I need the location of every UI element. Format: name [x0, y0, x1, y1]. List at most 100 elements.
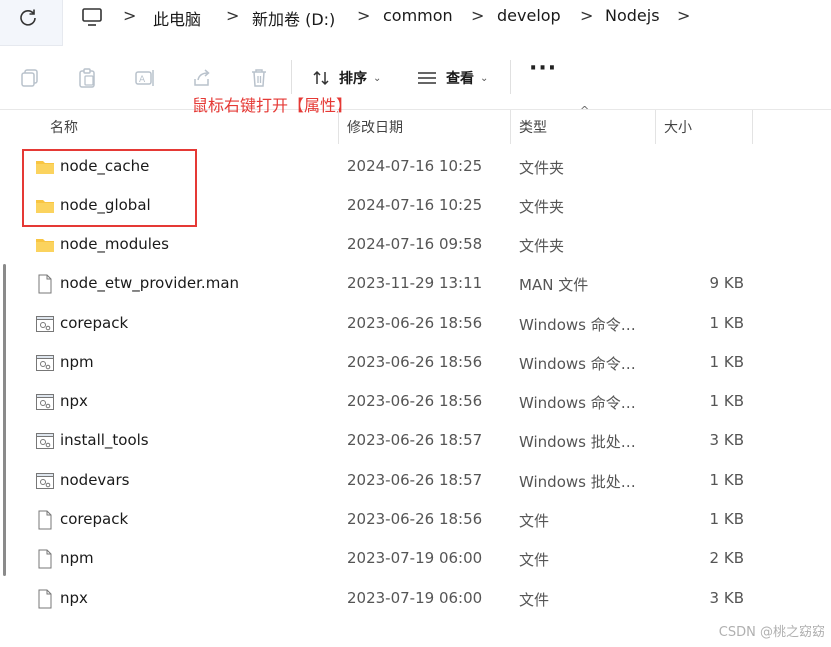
file-name: npx [60, 392, 88, 410]
file-modified: 2023-06-26 18:56 [347, 353, 483, 371]
file-size: 9 KB [709, 274, 744, 292]
sort-icon [313, 70, 329, 86]
file-row[interactable]: npm 2023-07-19 06:00 文件 2 KB [26, 540, 772, 579]
column-header-size[interactable]: 大小 [664, 110, 754, 144]
file-modified: 2024-07-16 10:25 [347, 157, 483, 175]
column-header-name[interactable]: 名称 [50, 110, 330, 144]
file-icon [38, 510, 52, 530]
column-header-size-label: 大小 [664, 120, 692, 136]
file-type: 文件夹 [519, 198, 565, 216]
breadcrumb-item-nodejs[interactable]: Nodejs [605, 6, 660, 25]
vertical-scrollbar[interactable] [3, 264, 6, 576]
annotation-highlight-box [22, 149, 197, 227]
file-icon [38, 549, 52, 569]
file-row[interactable]: node_etw_provider.man 2023-11-29 13:11 M… [26, 265, 772, 304]
column-header-modified[interactable]: 修改日期 [347, 110, 507, 144]
breadcrumb-separator: > [123, 6, 137, 25]
script-icon [36, 433, 54, 449]
breadcrumb-item-drive[interactable]: 新加卷 (D:) [252, 6, 335, 30]
file-name: nodevars [60, 471, 130, 489]
file-type: 文件夹 [519, 159, 565, 177]
toolbar-divider [510, 60, 511, 94]
file-name: install_tools [60, 431, 149, 449]
file-size: 1 KB [709, 471, 744, 489]
command-bar: A 排序 ⌄ 查看 ⌄ [0, 46, 831, 110]
column-divider[interactable] [338, 110, 339, 144]
file-size: 1 KB [709, 353, 744, 371]
file-type: Windows 命令脚本 [519, 394, 649, 412]
address-bar: > 此电脑 > 新加卷 (D:) > common > develop > No… [0, 0, 831, 46]
file-modified: 2023-07-19 06:00 [347, 589, 483, 607]
delete-icon[interactable] [248, 67, 270, 89]
file-name: npx [60, 589, 88, 607]
breadcrumb-separator: > [226, 6, 240, 25]
file-type: 文件 [519, 591, 550, 609]
file-modified: 2023-06-26 18:56 [347, 392, 483, 410]
file-size: 3 KB [709, 431, 744, 449]
paste-icon[interactable] [76, 67, 98, 89]
file-type: 文件 [519, 551, 550, 569]
breadcrumb[interactable]: > 此电脑 > 新加卷 (D:) > common > develop > No… [62, 0, 831, 46]
rename-icon[interactable]: A [134, 67, 156, 89]
file-type: 文件夹 [519, 237, 565, 255]
file-name: node_modules [60, 235, 169, 253]
file-row[interactable]: npx 2023-06-26 18:56 Windows 命令脚本 1 KB [26, 383, 772, 422]
view-label: 查看 [446, 71, 474, 87]
script-icon [36, 394, 54, 410]
breadcrumb-item-common[interactable]: common [383, 6, 453, 25]
more-options-icon[interactable]: ··· [529, 58, 557, 80]
file-type: MAN 文件 [519, 276, 589, 294]
file-modified: 2023-06-26 18:57 [347, 471, 483, 489]
column-divider[interactable] [655, 110, 656, 144]
sort-label: 排序 [339, 71, 367, 87]
file-modified: 2023-07-19 06:00 [347, 549, 483, 567]
file-row[interactable]: npx 2023-07-19 06:00 文件 3 KB [26, 580, 772, 619]
watermark: CSDN @桃之窈窈 [718, 625, 825, 640]
folder-icon [36, 239, 54, 252]
share-icon[interactable] [191, 67, 213, 89]
column-divider[interactable] [752, 110, 753, 144]
file-type: Windows 命令脚本 [519, 355, 649, 373]
chevron-down-icon: ⌄ [480, 72, 489, 84]
script-icon [36, 355, 54, 371]
file-row[interactable]: npm 2023-06-26 18:56 Windows 命令脚本 1 KB [26, 344, 772, 383]
refresh-icon[interactable] [17, 7, 39, 29]
file-name: npm [60, 353, 94, 371]
file-type: Windows 批处理... [519, 473, 649, 491]
file-name: npm [60, 549, 94, 567]
breadcrumb-item-develop[interactable]: develop [497, 6, 561, 25]
breadcrumb-item-this-pc[interactable]: 此电脑 [153, 6, 201, 30]
breadcrumb-separator: > [580, 6, 594, 25]
file-modified: 2023-06-26 18:56 [347, 510, 483, 528]
file-size: 1 KB [709, 510, 744, 528]
file-row[interactable]: node_modules 2024-07-16 09:58 文件夹 [26, 226, 772, 265]
breadcrumb-separator: > [677, 6, 691, 25]
sort-button[interactable]: 排序 ⌄ [311, 64, 381, 92]
script-icon [36, 316, 54, 332]
svg-text:A: A [139, 75, 146, 85]
file-type: Windows 命令脚本 [519, 316, 649, 334]
file-size: 1 KB [709, 314, 744, 332]
file-name: corepack [60, 510, 129, 528]
file-row[interactable]: corepack 2023-06-26 18:56 Windows 命令脚本 1… [26, 305, 772, 344]
column-divider[interactable] [510, 110, 511, 144]
view-button[interactable]: 查看 ⌄ [416, 64, 488, 92]
file-size: 2 KB [709, 549, 744, 567]
copy-icon[interactable] [19, 67, 41, 89]
file-row[interactable]: nodevars 2023-06-26 18:57 Windows 批处理...… [26, 462, 772, 501]
toolbar-divider [291, 60, 292, 94]
file-row[interactable]: corepack 2023-06-26 18:56 文件 1 KB [26, 501, 772, 540]
computer-icon [82, 8, 102, 26]
file-name: corepack [60, 314, 129, 332]
column-header-type-label: 类型 [519, 120, 547, 136]
sort-indicator-icon: ^ [580, 104, 590, 117]
file-row[interactable]: install_tools 2023-06-26 18:57 Windows 批… [26, 422, 772, 461]
file-modified: 2023-06-26 18:57 [347, 431, 483, 449]
file-modified: 2024-07-16 10:25 [347, 196, 483, 214]
file-type: 文件 [519, 512, 550, 530]
file-modified: 2024-07-16 09:58 [347, 235, 483, 253]
file-size: 3 KB [709, 589, 744, 607]
file-icon [38, 274, 52, 294]
breadcrumb-separator: > [357, 6, 371, 25]
script-icon [36, 473, 54, 489]
